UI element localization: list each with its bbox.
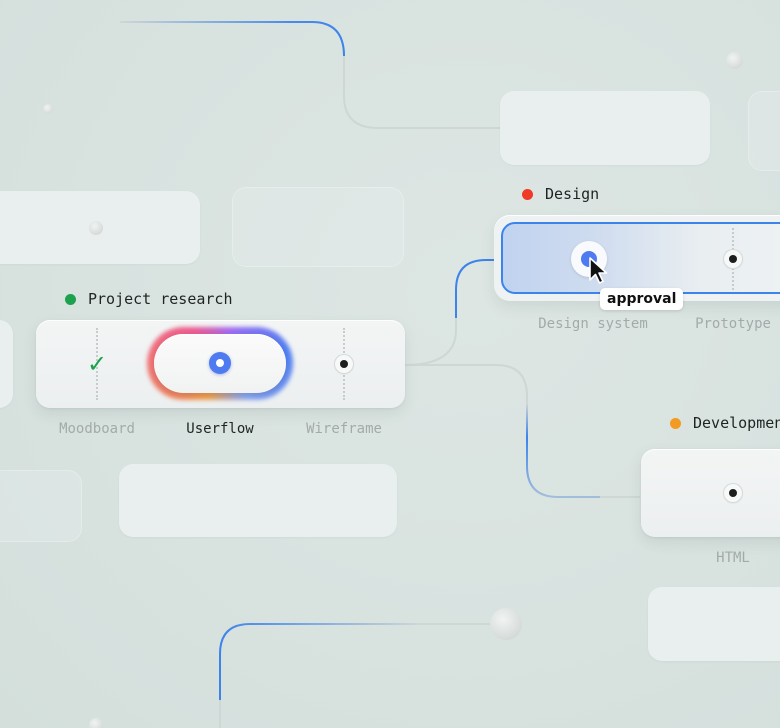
decorative-bubble [726,52,743,69]
node-icon[interactable] [724,484,742,502]
placeholder-card [0,470,82,542]
placeholder-card [0,320,13,408]
step-label-html[interactable]: HTML [716,550,750,566]
group-title: Development [693,414,780,432]
step-label-design-system[interactable]: Design system [538,316,648,332]
decorative-bubble [490,608,522,640]
group-title: Project research [88,290,233,308]
step-label-wireframe[interactable]: Wireframe [306,421,382,437]
status-dot-orange [670,417,681,429]
active-node-icon[interactable] [209,352,231,374]
node-icon[interactable] [335,355,353,373]
decorative-bubble [89,718,103,728]
decorative-bubble [89,221,103,235]
node-icon[interactable] [724,250,742,268]
workflow-canvas[interactable]: Project research ✓ Moodboard Userflow Wi… [0,0,780,728]
group-label-project-research: Project research [65,290,233,308]
pointer-cursor-icon [589,257,608,284]
group-label-development: Development [670,414,780,432]
placeholder-card [648,587,780,661]
decorative-bubble [43,104,53,114]
group-label-design: Design [522,185,599,203]
checkmark-icon[interactable]: ✓ [87,350,107,378]
status-dot-red [522,188,533,200]
status-dot-green [65,293,76,305]
placeholder-card [232,187,404,267]
development-card[interactable] [641,449,780,537]
placeholder-card [119,464,397,537]
group-title: Design [545,185,600,203]
tooltip: approval [600,288,684,310]
placeholder-card [500,91,710,165]
step-label-userflow[interactable]: Userflow [186,421,253,437]
step-label-moodboard[interactable]: Moodboard [59,421,135,437]
step-label-prototype[interactable]: Prototype [695,316,771,332]
placeholder-card [748,91,780,171]
